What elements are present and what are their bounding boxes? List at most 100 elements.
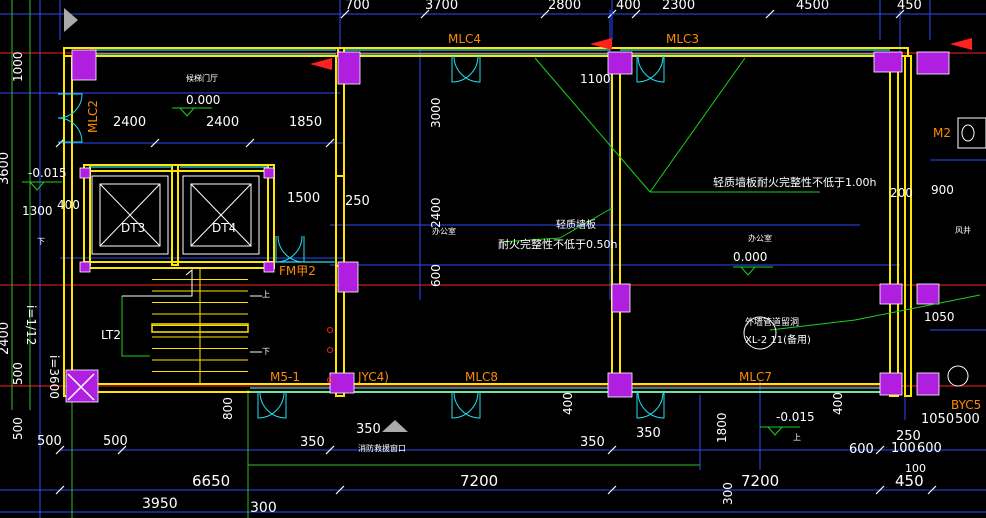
dim-top-3: 2800	[548, 0, 581, 13]
dim-b-350c: 350	[580, 435, 605, 450]
stair-up-1: 上	[262, 290, 270, 299]
misc-layer	[22, 8, 986, 436]
structural-column	[329, 372, 355, 394]
room-shaft: 风井	[955, 225, 971, 235]
structural-column	[79, 261, 91, 273]
annotation-fire-wall-1: 轻质墙板耐火完整性不低于1.00h	[713, 175, 876, 189]
dim-v-1800: 1800	[715, 412, 729, 443]
wall-segment	[267, 164, 275, 266]
dim-left-1000: 1000	[11, 51, 25, 82]
door-label-mlc7: MLC7	[739, 370, 772, 384]
wall-segment	[611, 55, 621, 397]
elevator-dt4-label: DT4	[212, 221, 236, 235]
dim-b-350d: 350	[636, 426, 661, 441]
room-lobby: 候梯门厅	[186, 73, 218, 83]
dim-left-3600: 3600	[0, 152, 12, 185]
dim-int-1850: 1850	[289, 115, 322, 130]
door-label-mlc3: MLC3	[666, 32, 699, 46]
dim-v-2400: 2400	[429, 197, 443, 228]
dim-b-3950: 3950	[142, 496, 178, 512]
dim-b-350b: 350	[356, 422, 381, 437]
dim-v-600: 600	[429, 264, 443, 287]
dim-b-7200b: 7200	[741, 472, 779, 490]
level-bottom: -0.015	[776, 410, 815, 424]
room-office-1: 办公室	[432, 226, 456, 236]
room-office-2: 办公室	[748, 233, 772, 243]
dim-top-2: 3700	[425, 0, 458, 13]
dim-b-500a: 500	[37, 434, 62, 449]
structural-column	[611, 283, 631, 313]
structural-column	[337, 261, 359, 293]
wall-segment	[83, 164, 91, 266]
dim-b-7200a: 7200	[460, 472, 498, 490]
level-marker-triangle	[178, 107, 196, 117]
dim-left-500b: 500	[11, 417, 25, 440]
structural-column	[263, 167, 275, 179]
structural-column	[916, 51, 950, 75]
structural-column	[79, 167, 91, 179]
dim-int-1050: 1050	[924, 310, 955, 324]
stair-up-2: 上	[793, 433, 801, 442]
dim-left-500a: 500	[11, 362, 25, 385]
wall-segment	[171, 164, 179, 266]
elevator-dt3-label: DT3	[121, 221, 145, 235]
door-label-m2: M2	[933, 126, 951, 140]
dim-b-300: 300	[250, 500, 277, 516]
wall-segment	[63, 47, 345, 57]
dim-b-6650: 6650	[192, 472, 230, 490]
dim-v-800: 800	[221, 397, 235, 420]
door-label-byc5: BYC5	[951, 398, 981, 412]
door-swing	[257, 391, 285, 419]
door-label-m51: M5-1	[270, 370, 300, 384]
structural-column	[607, 51, 633, 75]
wall-segment	[335, 175, 345, 267]
dim-top-6: 4500	[796, 0, 829, 13]
dim-top-4: 400	[616, 0, 641, 13]
structural-column	[879, 283, 903, 305]
dim-int-200: 200	[890, 186, 913, 200]
wall-segment	[63, 55, 73, 397]
dim-left-i3600: i=3600	[47, 355, 61, 399]
door-swing	[453, 391, 481, 419]
level-lobby: 0.000	[186, 93, 220, 107]
dim-int-1100: 1100	[580, 72, 611, 86]
fixture-basin	[947, 365, 969, 387]
red-flag	[310, 58, 332, 70]
dim-left-2400: 2400	[0, 322, 12, 355]
structural-column	[916, 372, 940, 396]
structural-column	[337, 51, 361, 85]
dim-int-2400a: 2400	[113, 115, 146, 130]
dim-v-3000: 3000	[429, 97, 443, 128]
level-office: 0.000	[733, 250, 767, 264]
level-marker-triangle	[766, 426, 784, 436]
structural-column	[71, 49, 97, 81]
dim-v-400b: 400	[831, 392, 845, 415]
dim-left-1300: 1300	[22, 204, 53, 218]
level-left: -0.015	[28, 166, 67, 180]
wall-segment	[335, 55, 345, 397]
door-swing	[453, 55, 481, 83]
dim-top-7: 450	[897, 0, 922, 13]
door-label-mlc2: MLC2	[86, 100, 100, 133]
annotation-pipe-b: XL-2 11(备用)	[745, 333, 811, 346]
dim-b-500c: 500	[955, 412, 980, 427]
structural-column	[263, 261, 275, 273]
stair-arrow	[122, 268, 193, 297]
dim-b-1050: 1050	[921, 412, 954, 427]
rescue-window-triangle	[382, 420, 408, 432]
axis-lines-layer	[0, 0, 986, 518]
level-marker-triangle	[28, 181, 46, 191]
rescue-window-label: 消防救援窗口	[358, 443, 406, 453]
cad-drawing-canvas[interactable]: 700 3700 2800 400 2300 4500 450 1000 400…	[0, 0, 986, 518]
door-label-jyc4: JYC4)	[357, 370, 389, 384]
stair-label: LT2	[101, 328, 121, 342]
dim-int-250: 250	[345, 194, 370, 209]
dim-b-250: 250	[896, 429, 921, 444]
dim-top-5: 2300	[662, 0, 695, 13]
dimension-layer	[0, 0, 986, 518]
structural-column	[916, 283, 940, 305]
dim-b-600a: 600	[849, 442, 874, 457]
dim-left-400: 400	[57, 198, 80, 212]
structural-column	[607, 372, 633, 398]
dim-b-350a: 350	[300, 435, 325, 450]
